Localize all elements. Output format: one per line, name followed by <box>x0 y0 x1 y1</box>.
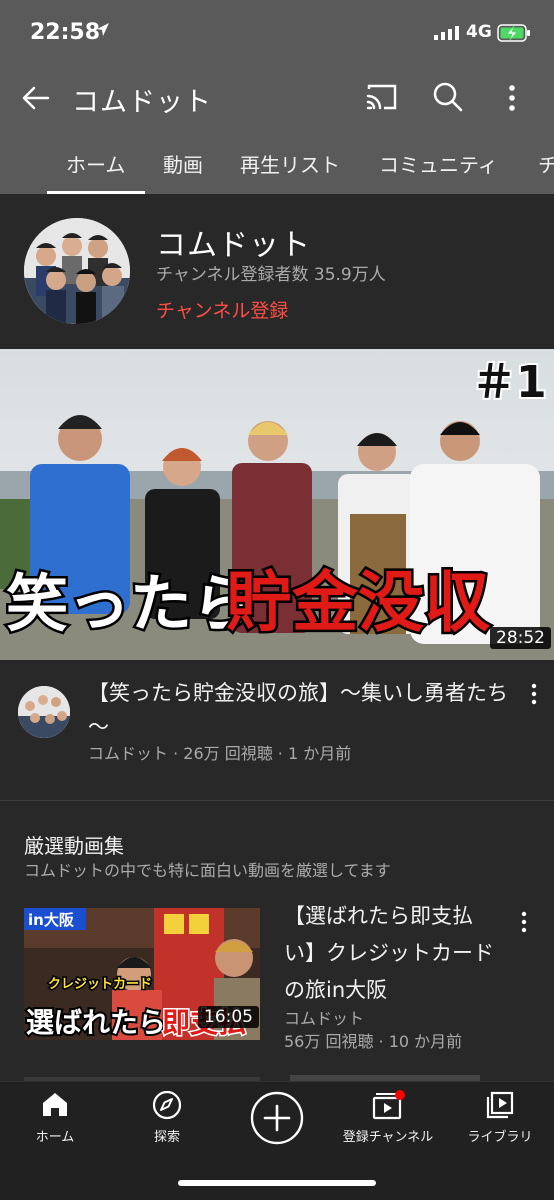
subscriptions-icon <box>372 1090 405 1120</box>
featured-video-title[interactable]: 【笑ったら貯金没収の旅】～集いし勇者たち～ <box>88 676 508 744</box>
home-indicator <box>178 1180 376 1186</box>
channel-name: コムドット <box>156 228 311 263</box>
add-circle-icon <box>250 1091 304 1145</box>
featured-thumbnail-image: 笑ったら 貯金没収 ＃1 <box>0 349 554 660</box>
status-bar: 22:58 4G <box>0 0 554 68</box>
tab-playlists[interactable]: 再生リスト <box>240 149 340 178</box>
video-duration: 16:05 <box>198 1006 259 1028</box>
channel-avatar[interactable] <box>24 218 130 324</box>
home-icon <box>43 1093 67 1116</box>
more-vertical-icon[interactable] <box>498 82 526 114</box>
thumb-caption-white: 選ばれたら <box>26 1006 166 1039</box>
nav-create[interactable] <box>246 1082 308 1162</box>
nav-library[interactable]: ライブラリ <box>462 1082 538 1162</box>
video-menu-icon[interactable] <box>512 910 536 934</box>
nav-subscriptions-label: 登録チャンネル <box>342 1130 434 1145</box>
featured-video-thumbnail[interactable]: 笑ったら 貯金没収 ＃1 28:52 <box>0 349 554 660</box>
featured-caption-white: 笑ったら <box>6 567 254 640</box>
nav-explore[interactable]: 探索 <box>132 1082 202 1162</box>
featured-caption-red: 貯金没収 <box>226 564 490 641</box>
avatar-image <box>24 218 130 324</box>
compass-icon <box>152 1090 182 1120</box>
thumb-caption-top: クレジットカード <box>48 977 152 992</box>
section-title[interactable]: 厳選動画集 <box>24 830 124 859</box>
video-duration: 28:52 <box>490 627 551 649</box>
status-time: 22:58 <box>30 20 101 45</box>
page-title: コムドット <box>72 87 212 118</box>
back-arrow-icon[interactable] <box>20 82 52 114</box>
video-title[interactable]: 【選ばれたら即支払い】クレジットカードの旅in大阪 <box>284 898 494 1009</box>
video-meta: 56万 回視聴 · 10 か月前 <box>284 1032 463 1051</box>
subscribe-button[interactable]: チャンネル登録 <box>156 296 288 323</box>
thumb-tag: in大阪 <box>28 911 75 929</box>
video-channel: コムドット <box>284 1009 365 1028</box>
video-thumbnail[interactable]: in大阪 クレジットカード 選ばれたら 即支払 16:05 <box>24 908 260 1040</box>
nav-explore-label: 探索 <box>153 1130 180 1145</box>
nav-library-label: ライブラリ <box>467 1130 533 1145</box>
episode-badge: ＃1 <box>472 357 547 408</box>
channel-avatar-small[interactable] <box>18 686 70 738</box>
tab-home[interactable]: ホーム <box>66 149 125 178</box>
tab-channels[interactable]: チ <box>538 149 554 178</box>
network-type: 4G <box>466 22 492 42</box>
location-arrow-icon <box>97 23 109 36</box>
top-app-bar: コムドット <box>0 68 554 130</box>
tab-videos[interactable]: 動画 <box>163 149 203 178</box>
nav-home[interactable]: ホーム <box>20 1082 90 1162</box>
featured-video-menu-icon[interactable] <box>522 682 546 706</box>
tab-community[interactable]: コミュニティ <box>379 149 498 178</box>
signal-icon <box>434 26 459 40</box>
section-description: コムドットの中でも特に面白い動画を厳選してます <box>24 861 391 880</box>
subscriber-count: チャンネル登録者数 35.9万人 <box>156 265 386 285</box>
featured-video-meta: コムドット · 26万 回視聴 · 1 か月前 <box>88 744 352 763</box>
library-icon <box>486 1091 514 1119</box>
battery-icon <box>497 24 530 42</box>
avatar-image <box>18 686 70 738</box>
nav-home-label: ホーム <box>35 1130 75 1145</box>
featured-video-details: 【笑ったら貯金没収の旅】～集いし勇者たち～ コムドット · 26万 回視聴 · … <box>0 660 554 800</box>
nav-subscriptions[interactable]: 登録チャンネル <box>336 1082 440 1162</box>
cast-icon[interactable] <box>365 82 399 112</box>
search-icon[interactable] <box>432 81 464 113</box>
channel-header: コムドット チャンネル登録者数 35.9万人 チャンネル登録 <box>0 194 554 349</box>
section-divider <box>0 800 554 801</box>
channel-tabs: ホーム 動画 再生リスト コミュニティ チ <box>0 130 554 194</box>
